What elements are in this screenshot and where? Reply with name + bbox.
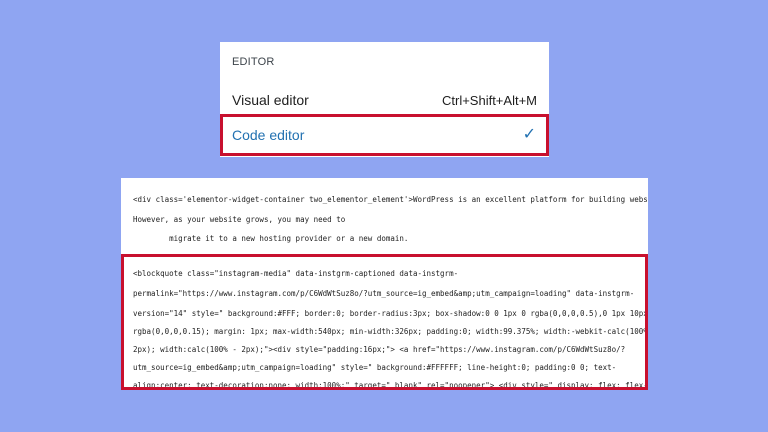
editor-menu: EDITOR Visual editor Ctrl+Shift+Alt+M Co… [220,42,549,157]
code-editor-item[interactable]: Code editor ✓ [220,114,549,156]
code-line: migrate it to a new hosting provider or … [133,234,409,243]
editor-heading: EDITOR [232,56,275,68]
visual-editor-label: Visual editor [232,92,309,108]
visual-editor-shortcut: Ctrl+Shift+Alt+M [441,92,537,108]
visual-editor-item[interactable]: Visual editor Ctrl+Shift+Alt+M [220,85,549,115]
code-editor-textarea[interactable]: <div class='elementor-widget-container t… [121,178,648,390]
code-line: However, as your website grows, you may … [133,215,346,224]
check-icon: ✓ [522,126,536,143]
code-editor-label: Code editor [232,127,305,143]
code-highlight-box [121,254,648,390]
code-line: <div class='elementor-widget-container t… [133,195,648,204]
